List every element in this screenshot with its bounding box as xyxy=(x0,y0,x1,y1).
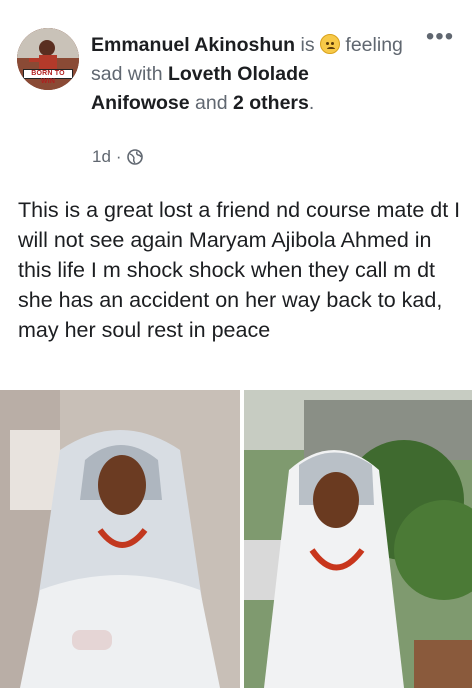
others-link[interactable]: 2 others xyxy=(233,92,309,114)
post-photo-1[interactable] xyxy=(0,390,240,688)
post-body-text: This is a great lost a friend nd course … xyxy=(18,198,461,342)
post-header: BORN TO WIN Emmanuel Akinoshun is feelin… xyxy=(0,0,472,180)
meta-separator: · xyxy=(115,147,122,166)
sad-face-emoji-icon xyxy=(320,34,340,54)
post-photo-2[interactable] xyxy=(244,390,472,688)
avatar[interactable]: BORN TO WIN xyxy=(17,28,79,90)
period-text: . xyxy=(308,92,315,114)
and-text: and xyxy=(195,92,228,114)
timestamp[interactable]: 1d xyxy=(92,147,111,167)
post-headline: Emmanuel Akinoshun is feeling sad with L… xyxy=(91,31,411,118)
more-options-icon[interactable]: ••• xyxy=(422,25,458,50)
author-name[interactable]: Emmanuel Akinoshun xyxy=(91,34,295,56)
is-text: is xyxy=(300,34,315,56)
photo-grid xyxy=(0,390,472,688)
globe-icon xyxy=(126,149,143,165)
post-meta: 1d · xyxy=(92,147,143,167)
avatar-banner-text: BORN TO WIN xyxy=(23,69,73,85)
